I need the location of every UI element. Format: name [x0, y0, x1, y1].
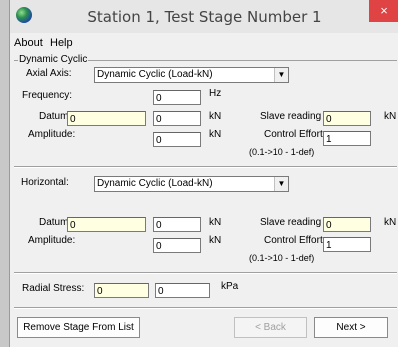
- next-button[interactable]: Next >: [314, 317, 388, 338]
- horizontal-slave-reading-label: Slave reading: [260, 217, 322, 228]
- control-effort-label: Control Effort: [264, 129, 323, 140]
- remove-stage-button-label: Remove Stage From List: [23, 322, 134, 333]
- horizontal-amplitude-label: Amplitude:: [28, 235, 76, 246]
- radial-stress-field-1[interactable]: 0: [94, 283, 149, 298]
- horizontal-control-effort-hint: (0.1->10 - 1-def): [249, 253, 315, 263]
- horizontal-datum-unit: kN: [209, 217, 222, 228]
- window-title: Station 1, Test Stage Number 1: [87, 8, 322, 26]
- title-bar[interactable]: Station 1, Test Stage Number 1 ×: [10, 0, 398, 33]
- frequency-unit: Hz: [209, 88, 222, 99]
- horizontal-control-effort-field[interactable]: 1: [323, 237, 371, 252]
- amplitude-unit: kN: [209, 129, 222, 140]
- dialog-window: Station 1, Test Stage Number 1 × About H…: [9, 0, 398, 347]
- chevron-down-icon[interactable]: ▼: [274, 68, 288, 82]
- frequency-field[interactable]: 0: [153, 90, 201, 105]
- back-button[interactable]: < Back: [234, 317, 307, 338]
- radial-stress-unit: kPa: [221, 281, 239, 292]
- horizontal-value: Dynamic Cyclic (Load-kN): [97, 178, 213, 189]
- horizontal-amplitude-field[interactable]: 0: [153, 238, 201, 253]
- control-effort-field[interactable]: 1: [323, 131, 371, 146]
- amplitude-label: Amplitude:: [28, 129, 76, 140]
- amplitude-field[interactable]: 0: [153, 132, 201, 147]
- divider: [14, 166, 397, 168]
- slave-reading-unit: kN: [384, 111, 397, 122]
- horizontal-slave-reading-field[interactable]: 0: [323, 217, 371, 232]
- next-button-label: Next >: [336, 322, 366, 333]
- slave-reading-label: Slave reading: [260, 111, 322, 122]
- horizontal-control-effort-label: Control Effort: [264, 235, 323, 246]
- horizontal-amplitude-unit: kN: [209, 235, 222, 246]
- horizontal-select[interactable]: Dynamic Cyclic (Load-kN) ▼: [94, 176, 289, 192]
- back-button-label: < Back: [255, 322, 286, 333]
- datum-field-1[interactable]: 0: [67, 111, 146, 126]
- axial-axis-value: Dynamic Cyclic (Load-kN): [97, 69, 213, 80]
- menu-about[interactable]: About: [14, 37, 43, 49]
- slave-reading-field[interactable]: 0: [323, 111, 371, 126]
- axial-axis-select[interactable]: Dynamic Cyclic (Load-kN) ▼: [94, 67, 289, 83]
- dynamic-group-label: Dynamic Cyclic: [18, 54, 89, 65]
- control-effort-hint: (0.1->10 - 1-def): [249, 147, 315, 157]
- menu-help[interactable]: Help: [50, 37, 73, 49]
- frequency-label: Frequency:: [22, 90, 73, 101]
- horizontal-slave-reading-unit: kN: [384, 217, 397, 228]
- divider: [14, 272, 397, 274]
- horizontal-label: Horizontal:: [21, 177, 69, 188]
- datum-field-2[interactable]: 0: [153, 111, 201, 126]
- radial-stress-field-2[interactable]: 0: [155, 283, 210, 298]
- axial-axis-label: Axial Axis:: [26, 68, 72, 79]
- close-button[interactable]: ×: [369, 0, 398, 22]
- radial-stress-label: Radial Stress:: [22, 283, 85, 294]
- datum-unit: kN: [209, 111, 222, 122]
- chevron-down-icon[interactable]: ▼: [274, 177, 288, 191]
- horizontal-datum-field-1[interactable]: 0: [67, 217, 146, 232]
- horizontal-datum-field-2[interactable]: 0: [153, 217, 201, 232]
- remove-stage-button[interactable]: Remove Stage From List: [17, 317, 140, 338]
- divider: [14, 307, 397, 309]
